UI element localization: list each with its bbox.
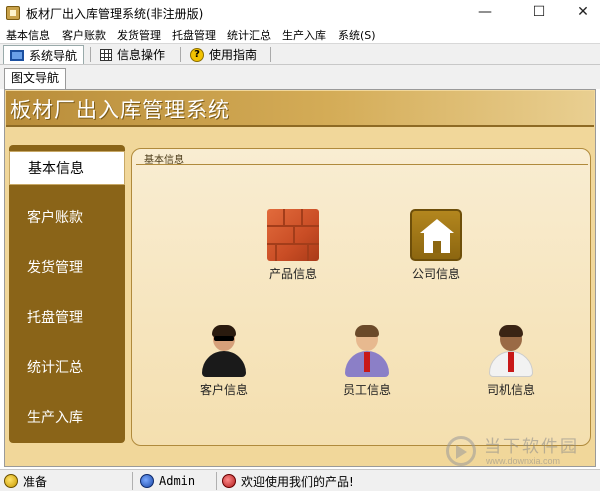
tile-product-info[interactable]: 产品信息 xyxy=(251,209,335,282)
main-panel: 板材厂出入库管理系统 基本信息 客户账款 发货管理 托盘管理 统计汇总 生产入库… xyxy=(4,89,596,467)
tile-label: 公司信息 xyxy=(411,267,460,281)
sidebar-item-pallet[interactable]: 托盘管理 xyxy=(9,301,125,335)
sub-tab-strip: 图文导航 xyxy=(0,65,600,89)
status-divider xyxy=(216,472,217,490)
tile-label: 产品信息 xyxy=(268,267,317,281)
close-button[interactable]: ✕ xyxy=(560,0,600,26)
minimize-button[interactable]: — xyxy=(462,0,508,26)
menu-bar: 基本信息 客户账款 发货管理 托盘管理 统计汇总 生产入库 系统(S) xyxy=(0,26,600,43)
tab-label: 使用指南 xyxy=(209,48,258,62)
tab-graphic-nav[interactable]: 图文导航 xyxy=(4,68,67,89)
toolbar: 系统导航 信息操作 ? 使用指南 xyxy=(0,43,600,65)
sidebar-item-shipping[interactable]: 发货管理 xyxy=(9,251,125,285)
status-bar: 准备 Admin 欢迎使用我们的产品! xyxy=(0,469,600,491)
toolbar-divider xyxy=(180,47,181,62)
tab-info-ops[interactable]: 信息操作 xyxy=(94,45,171,64)
tile-label: 员工信息 xyxy=(342,383,391,397)
sidebar-item-production[interactable]: 生产入库 xyxy=(9,401,125,435)
banner-title: 板材厂出入库管理系统 xyxy=(10,98,230,122)
sidebar-item-statistics[interactable]: 统计汇总 xyxy=(9,351,125,385)
grid-icon xyxy=(100,48,112,61)
status-ready: 准备 xyxy=(4,472,47,490)
menu-system[interactable]: 系统(S) xyxy=(338,27,376,43)
content-title: 基本信息 xyxy=(144,155,184,166)
menu-shipping[interactable]: 发货管理 xyxy=(117,27,161,43)
house-icon xyxy=(410,209,462,261)
tile-label: 司机信息 xyxy=(486,383,535,397)
status-ready-text: 准备 xyxy=(23,474,48,489)
menu-customer-accounts[interactable]: 客户账款 xyxy=(62,27,106,43)
tab-user-guide[interactable]: ? 使用指南 xyxy=(184,45,263,64)
customer-icon xyxy=(198,325,250,377)
maximize-button[interactable]: ☐ xyxy=(516,0,562,26)
employee-icon xyxy=(341,325,393,377)
tile-label: 客户信息 xyxy=(199,383,248,397)
content-panel: 基本信息 产品信息 公司信息 客户信息 员工信息 司机信息 xyxy=(131,148,591,446)
status-divider xyxy=(132,472,133,490)
menu-production[interactable]: 生产入库 xyxy=(282,27,326,43)
status-user-text: Admin xyxy=(159,474,196,488)
menu-basic-info[interactable]: 基本信息 xyxy=(6,27,50,43)
user-icon xyxy=(140,474,154,488)
status-welcome: 欢迎使用我们的产品! xyxy=(222,472,354,490)
ready-icon xyxy=(4,474,18,488)
window-title: 板材厂出入库管理系统(非注册版) xyxy=(26,7,204,21)
welcome-icon xyxy=(222,474,236,488)
status-welcome-text: 欢迎使用我们的产品! xyxy=(241,474,354,489)
tile-driver-info[interactable]: 司机信息 xyxy=(469,325,553,398)
watermark: 当下软件园 www.downxia.com xyxy=(446,432,596,472)
toolbar-divider xyxy=(90,47,91,62)
watermark-text: 当下软件园 xyxy=(484,437,579,457)
status-user: Admin xyxy=(140,472,195,490)
tab-label: 系统导航 xyxy=(29,48,78,63)
banner: 板材厂出入库管理系统 xyxy=(6,91,594,127)
play-logo-icon xyxy=(446,436,476,466)
menu-pallet[interactable]: 托盘管理 xyxy=(172,27,216,43)
side-nav: 基本信息 客户账款 发货管理 托盘管理 统计汇总 生产入库 xyxy=(9,145,125,443)
content-header: 基本信息 xyxy=(136,153,588,166)
toolbar-divider xyxy=(270,47,271,62)
monitor-icon xyxy=(10,49,24,61)
tile-company-info[interactable]: 公司信息 xyxy=(394,209,478,282)
title-bar: 板材厂出入库管理系统(非注册版) — ☐ ✕ xyxy=(0,0,600,26)
tab-label: 信息操作 xyxy=(117,48,166,62)
bricks-icon xyxy=(267,209,319,261)
sidebar-item-customer-accounts[interactable]: 客户账款 xyxy=(9,201,125,235)
watermark-url: www.downxia.com xyxy=(486,456,561,466)
help-icon: ? xyxy=(190,47,204,62)
tile-employee-info[interactable]: 员工信息 xyxy=(325,325,409,398)
driver-icon xyxy=(485,325,537,377)
tab-system-nav[interactable]: 系统导航 xyxy=(3,45,85,64)
sidebar-item-basic-info[interactable]: 基本信息 xyxy=(9,151,125,185)
app-icon xyxy=(6,6,20,20)
tile-customer-info[interactable]: 客户信息 xyxy=(182,325,266,398)
menu-statistics[interactable]: 统计汇总 xyxy=(227,27,271,43)
